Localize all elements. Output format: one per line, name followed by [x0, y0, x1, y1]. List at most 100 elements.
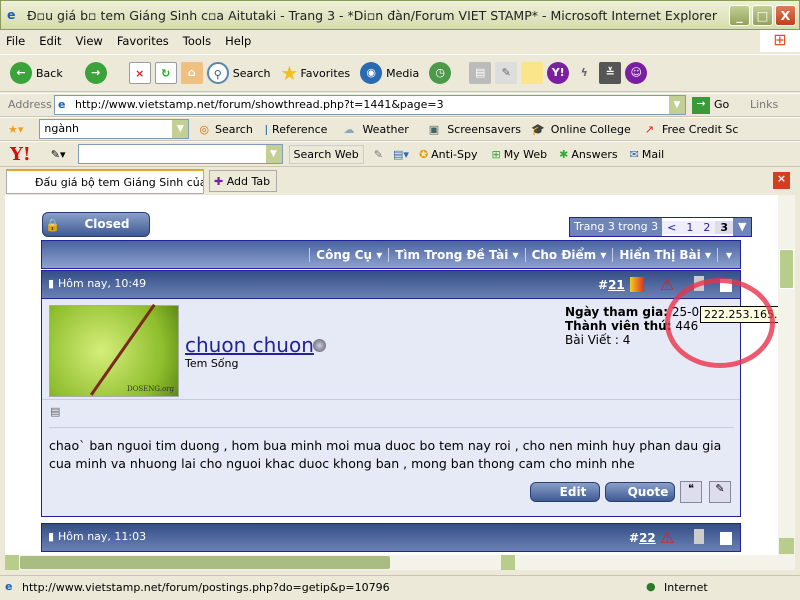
links-search-value: ngành	[44, 122, 80, 135]
anti-spy-button[interactable]: Anti-Spy	[431, 148, 477, 161]
links-search[interactable]: Search	[215, 123, 253, 136]
menu-help[interactable]: Help	[225, 34, 251, 48]
search-web-button[interactable]: Search Web	[288, 144, 364, 164]
tools-display-mode[interactable]: Hiển Thị Bài ▾	[612, 247, 717, 262]
horizontal-scroll-thumb[interactable]	[20, 556, 390, 569]
favorites-icon[interactable]: ★	[281, 61, 299, 85]
post-22-date: Hôm nay, 11:03	[58, 530, 147, 543]
multi-quote-icon[interactable]: ❝	[680, 481, 702, 503]
answers-button[interactable]: Answers	[571, 148, 617, 161]
post-page-icon: ▤	[50, 405, 61, 418]
menu-tools[interactable]: Tools	[183, 34, 211, 48]
research-icon[interactable]: ≚	[599, 62, 622, 84]
report-icon[interactable]: ⚠	[660, 275, 674, 294]
pagination-menu-icon[interactable]: ▼	[732, 218, 752, 236]
report-icon[interactable]: ⚠	[660, 528, 674, 547]
refresh-icon[interactable]: ↻	[154, 62, 177, 84]
edit-page-icon[interactable]: ✎	[495, 62, 518, 84]
username-link[interactable]: chuon chuon	[185, 333, 314, 357]
page-1[interactable]: 1	[681, 220, 699, 234]
notes-icon[interactable]	[521, 62, 544, 84]
edit-button[interactable]: Edit	[530, 482, 600, 502]
tab-title: Đấu giá bộ tem Giáng Sinh của ...	[35, 176, 204, 189]
links-free-credit[interactable]: Free Credit Sc	[662, 123, 738, 136]
page-2[interactable]: 2	[698, 220, 716, 234]
horizontal-scrollbar[interactable]	[5, 555, 795, 570]
offline-status-icon	[313, 339, 326, 352]
address-dropdown[interactable]: ▼	[669, 96, 685, 114]
tools-more-icon[interactable]: ▾	[716, 247, 740, 262]
tools-search-thread[interactable]: Tìm Trong Đề Tài ▾	[388, 247, 524, 262]
links-weather[interactable]: Weather	[362, 123, 408, 136]
ie-page-icon: e	[58, 98, 66, 111]
yahoo-messenger-icon[interactable]: ☺	[625, 62, 648, 84]
tools-cong-cu[interactable]: Công Cụ ▾	[309, 247, 388, 262]
globe-icon: ●	[646, 580, 656, 593]
yahoo-logo-icon[interactable]: Y!	[10, 144, 31, 165]
address-bar: Address e http://www.vietstamp.net/forum…	[0, 93, 800, 117]
close-tab-icon[interactable]: ×	[773, 172, 790, 189]
my-web-button[interactable]: My Web	[504, 148, 547, 161]
media-button[interactable]: Media	[386, 67, 419, 80]
window-icon[interactable]: ▤▾	[393, 148, 409, 161]
home-icon[interactable]: ⌂	[180, 62, 203, 84]
back-icon[interactable]: ←	[10, 62, 32, 84]
minimize-button[interactable]: _	[729, 5, 750, 26]
scroll-down-icon[interactable]	[779, 538, 794, 554]
user-avatar[interactable]: DOSENG.org	[49, 303, 179, 397]
tab-active[interactable]: Đấu giá bộ tem Giáng Sinh của ...	[6, 169, 204, 194]
add-tab-button[interactable]: ✚ Add Tab	[209, 170, 277, 192]
links-online-college[interactable]: Online College	[551, 123, 631, 136]
mail-button[interactable]: Mail	[642, 148, 664, 161]
post-21-link[interactable]: #21	[598, 278, 625, 292]
go-button[interactable]: Go	[714, 98, 729, 111]
menu-favorites[interactable]: Favorites	[117, 34, 169, 48]
post-22-link[interactable]: #22	[629, 531, 656, 545]
back-button[interactable]: Back	[36, 67, 63, 80]
select-post-checkbox[interactable]	[720, 532, 732, 545]
maximize-button[interactable]: □	[752, 5, 773, 26]
yellow-card-icon[interactable]	[630, 277, 644, 292]
links-button[interactable]: Links	[750, 98, 778, 111]
ip-icon[interactable]	[694, 529, 704, 544]
star-icon[interactable]: ★▾	[8, 123, 23, 136]
quote-button[interactable]: Quote	[605, 482, 675, 502]
forward-icon[interactable]: →	[84, 62, 107, 84]
stop-icon[interactable]: ×	[128, 62, 151, 84]
yahoo-icon[interactable]: Y!	[547, 62, 570, 84]
tools-rate[interactable]: Cho Điểm ▾	[524, 247, 613, 262]
scroll-right-icon[interactable]	[501, 555, 515, 570]
links-screensavers[interactable]: Screensavers	[447, 123, 521, 136]
print-icon[interactable]: ▤	[469, 62, 492, 84]
close-button[interactable]: X	[775, 5, 796, 26]
go-icon[interactable]: →	[692, 97, 710, 114]
menu-edit[interactable]: Edit	[39, 34, 61, 48]
quick-reply-icon[interactable]: ✎	[709, 481, 731, 503]
status-zone: Internet	[664, 581, 708, 594]
menu-file[interactable]: File	[6, 34, 25, 48]
answers-icon: ✱	[559, 147, 569, 161]
links-search-input[interactable]: ngành ▼	[39, 119, 190, 139]
closed-button[interactable]: 🔒 Closed	[42, 212, 150, 237]
plus-icon: ✚	[214, 175, 224, 188]
links-reference[interactable]: Reference	[272, 123, 327, 136]
address-label: Address	[8, 98, 52, 111]
anti-spy-icon: ✪	[418, 147, 429, 161]
pencil-icon[interactable]: ✎	[374, 148, 383, 161]
media-icon[interactable]: ◉	[360, 62, 383, 84]
menu-view[interactable]: View	[76, 34, 103, 48]
vertical-scrollbar[interactable]	[778, 195, 795, 555]
avatar-credit: DOSENG.org	[127, 385, 174, 393]
favorites-button[interactable]: Favorites	[300, 67, 350, 80]
vertical-scroll-thumb[interactable]	[779, 249, 794, 289]
search-icon[interactable]: ⚲	[206, 62, 229, 84]
yahoo-search-input[interactable]: ▼	[77, 144, 283, 164]
history-icon[interactable]: ◷	[429, 62, 452, 84]
page-prev[interactable]: <	[662, 220, 682, 234]
divider	[49, 427, 734, 428]
search-button[interactable]: Search	[233, 67, 271, 80]
messenger-icon[interactable]: ϟ	[573, 62, 595, 84]
address-input[interactable]: e http://www.vietstamp.net/forum/showthr…	[54, 95, 686, 115]
scroll-left-icon[interactable]	[5, 555, 19, 570]
highlighter-icon[interactable]: ✎▾	[51, 148, 66, 161]
